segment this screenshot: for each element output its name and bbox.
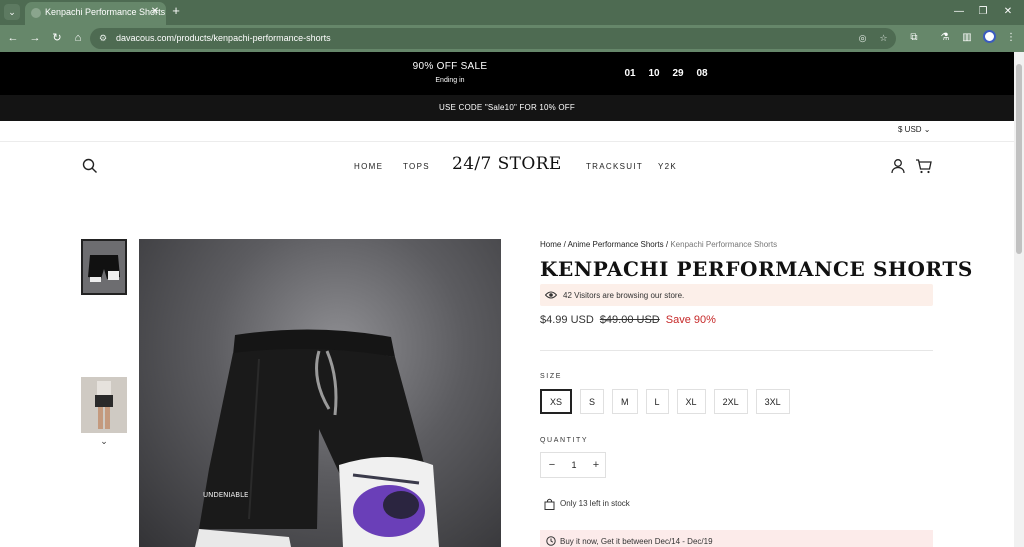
size-options: XS S M L XL 2XL 3XL [540,389,790,414]
quantity-label: QUANTITY [540,437,589,444]
thumbnail-model-image [81,377,127,433]
cart-icon[interactable] [915,158,932,174]
browser-tab-strip: ⌄ Kenpachi Performance Shorts ✕ + — ❐ ✕ [0,0,1024,25]
tab-title: Kenpachi Performance Shorts [45,7,166,17]
visitors-text: 42 Visitors are browsing our store. [563,291,685,300]
stock-text: Only 13 left in stock [560,499,630,508]
countdown-seconds: 08 [696,68,708,79]
shopping-bag-icon [544,498,555,510]
tab-close-icon[interactable]: ✕ [149,6,161,18]
breadcrumb-separator: / [563,240,566,249]
back-icon[interactable]: ← [5,30,21,46]
countdown-timer: 01 10 29 08 [624,68,708,79]
thumbnails-down-chevron-icon[interactable]: ⌄ [99,436,109,446]
breadcrumb-category[interactable]: Anime Performance Shorts [568,240,664,249]
address-bar[interactable]: ⚙ davacous.com/products/kenpachi-perform… [90,28,896,49]
compare-price: $49.00 USD [599,314,660,326]
discount-code-text: USE CODE "Sale10" FOR 10% OFF [439,103,575,112]
chevron-down-icon: ⌄ [923,125,931,134]
sale-price: $4.99 USD [540,314,594,326]
quantity-value[interactable]: 1 [567,460,581,470]
labs-flask-icon[interactable]: ⚗ [937,30,953,46]
thumbnail-shorts-image [88,255,120,282]
store-logo[interactable]: 24/7 STORE [452,154,562,174]
forward-icon[interactable]: → [27,30,43,46]
breadcrumb: Home / Anime Performance Shorts / Kenpac… [540,240,777,249]
side-panel-icon[interactable]: ▥ [959,30,975,46]
shipping-estimate: Buy it now, Get it between Dec/14 - Dec/… [540,530,933,547]
quantity-decrease-button[interactable]: − [544,457,560,473]
profile-avatar-icon[interactable] [983,30,996,43]
restore-icon[interactable]: ❐ [976,5,990,19]
eye-icon [545,291,557,299]
page-scrollbar-thumb[interactable] [1016,64,1022,254]
size-option-s[interactable]: S [580,389,605,414]
bookmark-star-icon[interactable]: ☆ [877,32,890,45]
site-info-icon[interactable]: ⚙ [97,32,109,44]
extensions-icon[interactable]: ⧉ [906,30,922,46]
shorts-illustration: UNDENIABLE [195,329,439,547]
size-option-l[interactable]: L [645,389,669,414]
shipping-text: Buy it now, Get it between Dec/14 - Dec/… [560,537,713,546]
quantity-stepper: − 1 + [540,452,606,478]
browser-tab-active[interactable]: Kenpachi Performance Shorts ✕ [25,2,166,25]
clock-icon [546,536,556,546]
account-icon[interactable] [890,158,906,174]
size-option-2xl[interactable]: 2XL [713,389,748,414]
nav-y2k[interactable]: Y2K [658,162,677,171]
tab-search-icon[interactable]: ⌄ [4,4,20,20]
webpage: 90% OFF SALE Ending in 01 10 29 08 USE C… [0,52,1014,547]
quantity-increase-button[interactable]: + [588,457,604,473]
eye-off-icon[interactable]: ◎ [856,32,869,45]
breadcrumb-home[interactable]: Home [540,240,561,249]
promo-title: 90% OFF SALE [412,61,488,72]
price-row: $4.99 USD $49.00 USD Save 90% [540,314,716,326]
shorts-logo-text: UNDENIABLE [203,491,248,499]
currency-selector[interactable]: $ USD ⌄ [898,125,931,134]
nav-tracksuit[interactable]: TRACKSUIT [586,162,643,171]
promo-subtitle: Ending in [435,77,465,84]
window-close-icon[interactable]: ✕ [1001,5,1015,19]
tab-favicon-icon [31,8,41,18]
breadcrumb-current: Kenpachi Performance Shorts [670,240,778,249]
menu-kebab-icon[interactable]: ⋮ [1003,30,1019,46]
browser-toolbar: ← → ↻ ⌂ ⚙ davacous.com/products/kenpachi… [0,25,1024,52]
discount-code-bar: USE CODE "Sale10" FOR 10% OFF [0,95,1014,121]
promo-countdown-bar: 90% OFF SALE Ending in 01 10 29 08 [0,52,1014,95]
save-badge: Save 90% [665,314,716,326]
nav-tops[interactable]: TOPS [403,162,430,171]
nav-home[interactable]: HOME [354,162,383,171]
url-text[interactable]: davacous.com/products/kenpachi-performan… [116,33,331,43]
thumbnail-1[interactable] [81,239,127,295]
thumbnail-3[interactable] [81,377,127,433]
new-tab-icon[interactable]: + [169,4,183,18]
size-option-3xl[interactable]: 3XL [755,389,790,414]
product-title: KENPACHI PERFORMANCE SHORTS [540,257,973,281]
breadcrumb-separator: / [665,240,669,249]
size-label: SIZE [540,373,562,380]
visitors-notice: 42 Visitors are browsing our store. [540,284,933,306]
countdown-hours: 10 [648,68,660,79]
currency-label: $ USD [898,125,922,134]
countdown-minutes: 29 [672,68,684,79]
reload-icon[interactable]: ↻ [49,30,65,46]
size-option-xl[interactable]: XL [676,389,706,414]
header-divider [0,141,1014,142]
home-icon[interactable]: ⌂ [70,30,86,46]
product-main-image[interactable]: UNDENIABLE [139,239,501,547]
price-divider [540,350,933,351]
countdown-days: 01 [624,68,636,79]
minimize-icon[interactable]: — [952,5,966,19]
size-option-xs[interactable]: XS [540,389,573,414]
search-icon[interactable] [82,158,98,174]
size-option-m[interactable]: M [612,389,638,414]
